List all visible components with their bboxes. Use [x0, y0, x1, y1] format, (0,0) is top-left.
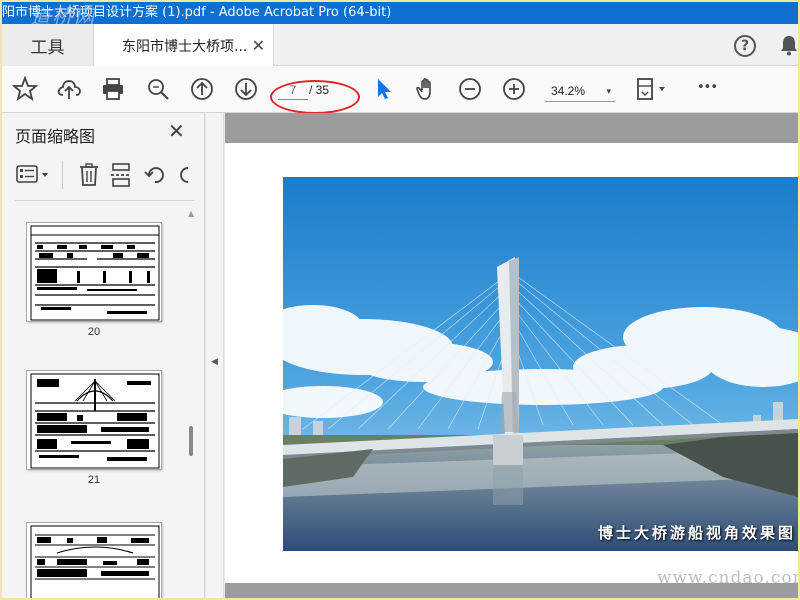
watermark-logo: 道桥网 [30, 5, 96, 24]
print-icon[interactable] [100, 76, 126, 102]
panel-toolbar [2, 159, 205, 195]
panel-divider [15, 200, 195, 201]
acrobat-window: 阳市博士大桥项目设计方案 (1).pdf - Adobe Acrobat Pro… [2, 2, 798, 598]
zoom-level-select[interactable]: 34.2% ▾ [545, 80, 615, 102]
watermark-site: www.cndao.com [657, 568, 798, 588]
cloud-upload-icon[interactable] [56, 76, 82, 102]
page-up-icon[interactable] [189, 76, 215, 102]
thumbnail-page-number: 20 [87, 326, 101, 338]
hand-icon[interactable] [414, 76, 440, 102]
star-icon[interactable] [12, 76, 38, 102]
main-toolbar: 7 / 35 34.2% ▾ ••• [2, 66, 798, 114]
collapse-arrow-icon: ◀ [211, 357, 218, 367]
image-caption: 博士大桥游船视角效果图 [597, 524, 796, 542]
tab-document[interactable]: 东阳市博士大桥项... ✕ [94, 24, 274, 67]
thumbnail-list: 20 21 [2, 208, 188, 598]
panel-title: 页面缩略图 [15, 127, 96, 146]
thumbnail-page[interactable] [26, 222, 162, 322]
options-menu-icon[interactable] [15, 163, 55, 187]
document-viewer[interactable]: 博士大桥游船视角效果图 [225, 113, 798, 598]
tab-strip: 工具 东阳市博士大桥项... ✕ ? [2, 24, 798, 67]
toolbar-divider [62, 161, 63, 189]
scrollbar-thumb[interactable] [189, 426, 193, 456]
zoom-level-value: 34.2% [551, 84, 586, 98]
thumbnail-page[interactable] [26, 370, 162, 470]
tab-document-label: 东阳市博士大桥项... [122, 38, 248, 55]
zoom-search-icon[interactable] [145, 76, 171, 102]
thumbnail-drawing [30, 225, 160, 321]
scroll-up-icon[interactable]: ▲ [188, 209, 194, 218]
page-fit-icon[interactable] [634, 76, 670, 102]
tab-close-icon[interactable]: ✕ [252, 36, 265, 55]
insert-page-icon[interactable] [109, 162, 133, 188]
chevron-down-icon: ▾ [606, 86, 611, 96]
annotation-circle [270, 80, 360, 114]
thumbnail-drawing [30, 525, 160, 598]
bell-icon[interactable] [778, 34, 798, 56]
panel-collapse-handle[interactable]: ◀ [206, 113, 224, 598]
pdf-page: 博士大桥游船视角效果图 [225, 143, 798, 583]
bridge-scene [283, 177, 798, 551]
help-icon[interactable]: ? [734, 35, 756, 57]
more-icon[interactable]: ••• [697, 80, 718, 95]
bridge-rendering-image: 博士大桥游船视角效果图 [283, 177, 798, 551]
thumbnail-drawing [30, 373, 160, 469]
thumbnail-page-number: 21 [87, 474, 101, 486]
zoom-out-icon[interactable] [457, 76, 483, 102]
page-down-icon[interactable] [233, 76, 259, 102]
zoom-in-icon[interactable] [501, 76, 527, 102]
trash-icon[interactable] [77, 162, 101, 188]
rotate-left-icon[interactable] [143, 163, 167, 187]
title-bar: 阳市博士大桥项目设计方案 (1).pdf - Adobe Acrobat Pro… [2, 2, 798, 24]
tab-tools-label: 工具 [30, 37, 65, 58]
tab-tools[interactable]: 工具 [2, 24, 94, 66]
thumbnail-page[interactable] [26, 522, 162, 598]
thumbnail-scrollbar[interactable] [187, 208, 197, 598]
rotate-right-icon[interactable] [176, 163, 196, 187]
select-arrow-icon[interactable] [372, 76, 398, 102]
panel-close-icon[interactable]: ✕ [168, 119, 185, 143]
thumbnail-panel: 页面缩略图 ✕ 20 21 ▲ [2, 113, 205, 598]
